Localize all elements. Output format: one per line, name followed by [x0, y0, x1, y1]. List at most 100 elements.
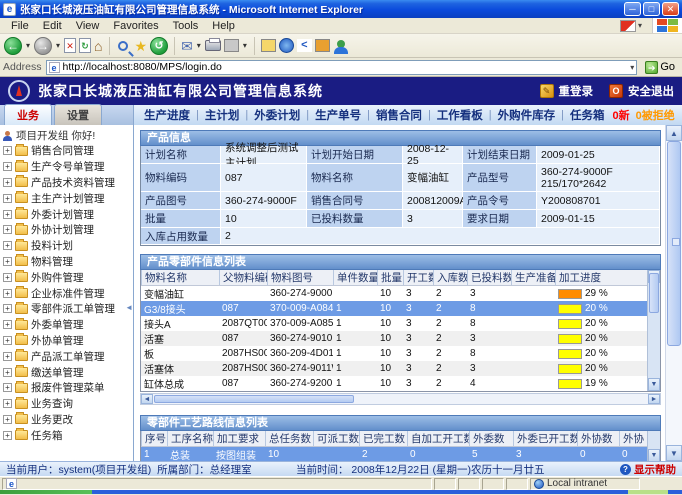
expand-icon[interactable] — [3, 399, 12, 408]
col-header[interactable]: 已完工数 — [359, 431, 407, 446]
scroll-down-icon[interactable]: ▼ — [666, 445, 682, 461]
table-row-selected[interactable]: 1 总装 按图组装 10 2 0 5 3 0 0 — [141, 447, 647, 461]
expand-icon[interactable] — [3, 289, 12, 298]
sidebar-collapse-handle[interactable]: ◄ — [125, 303, 133, 312]
table-row[interactable]: 板2087HS002360-209-4D010110328 20 % — [141, 346, 647, 361]
expand-icon[interactable] — [3, 210, 12, 219]
sidebar-item-sales-contract[interactable]: 销售合同管理 — [3, 143, 133, 159]
home-button[interactable]: ⌂ — [94, 36, 102, 56]
expand-icon[interactable] — [3, 178, 12, 187]
parts-table-horizontal-scrollbar[interactable]: ◄ ► — [140, 393, 661, 405]
table-row-selected[interactable]: G3/8接头087370-009-A0840110328 20 % — [141, 301, 647, 316]
col-header[interactable]: 加工进度 — [555, 270, 647, 285]
maximize-button[interactable]: □ — [643, 2, 660, 16]
nav-master-plan[interactable]: 主计划 — [205, 107, 240, 123]
scroll-right-icon[interactable]: ► — [648, 394, 660, 404]
sidebar-item-material-mgmt[interactable]: 物料管理 — [3, 254, 133, 270]
sidebar-item-business-query[interactable]: 业务查询 — [3, 396, 133, 412]
minimize-button[interactable]: ─ — [624, 2, 641, 16]
sidebar-item-order-number[interactable]: 生产令号单管理 — [3, 159, 133, 175]
col-header[interactable]: 可派工数 — [313, 431, 359, 446]
scrollbar-thumb[interactable] — [154, 395, 354, 403]
scroll-up-icon[interactable]: ▲ — [666, 125, 682, 141]
sidebar-item-outsource-order[interactable]: 外委单管理 — [3, 317, 133, 333]
history-icon[interactable]: ↺ — [150, 36, 168, 56]
sidebar-item-product-dispatch[interactable]: 产品派工单管理 — [3, 348, 133, 364]
col-header[interactable]: 父物料编码 — [219, 270, 267, 285]
expand-icon[interactable] — [3, 431, 12, 440]
col-header[interactable]: 序号 — [141, 431, 167, 446]
nav-task-box[interactable]: 任务箱 — [570, 107, 605, 123]
expand-icon[interactable] — [3, 352, 12, 361]
sidebar-item-standard-parts[interactable]: 企业标准件管理 — [3, 285, 133, 301]
table-row[interactable]: 接头A2087QT002370-009-A0850110328 20 % — [141, 316, 647, 331]
col-header[interactable]: 物料图号 — [267, 270, 333, 285]
scroll-left-icon[interactable]: ◄ — [141, 394, 153, 404]
table-row[interactable]: 活塞087360-274-9010F110323 20 % — [141, 331, 647, 346]
research-icon[interactable] — [315, 36, 330, 56]
show-help-link[interactable]: ? 显示帮助 — [620, 462, 676, 477]
expand-icon[interactable] — [3, 257, 12, 266]
edit-dropdown-caret[interactable]: ▾ — [243, 41, 247, 50]
col-header[interactable]: 物料名称 — [141, 270, 219, 285]
tab-business[interactable]: 业务 — [4, 104, 52, 125]
expand-icon[interactable] — [3, 336, 12, 345]
msn-icon[interactable]: < — [297, 36, 312, 56]
acrobat-icon[interactable] — [620, 20, 636, 32]
print-icon[interactable] — [205, 36, 221, 56]
menu-favorites[interactable]: Favorites — [106, 20, 165, 32]
sidebar-item-business-change[interactable]: 业务更改 — [3, 412, 133, 428]
expand-icon[interactable] — [3, 273, 12, 282]
address-input[interactable] — [63, 61, 628, 73]
nav-work-board[interactable]: 工作看板 — [437, 107, 483, 123]
sidebar-item-task-box[interactable]: 任务箱 — [3, 427, 133, 443]
sidebar-item-scrap-menu[interactable]: 报废件管理菜单 — [3, 380, 133, 396]
favorites-icon[interactable]: ★ — [135, 36, 148, 56]
nav-purchased-stock[interactable]: 外购件库存 — [498, 107, 556, 123]
scrollbar-thumb[interactable] — [667, 141, 681, 346]
col-header[interactable]: 入库数 — [433, 270, 467, 285]
sidebar-item-coop-plan[interactable]: 外协计划管理 — [3, 222, 133, 238]
sidebar-item-delivery-order[interactable]: 缴送单管理 — [3, 364, 133, 380]
expand-icon[interactable] — [3, 415, 12, 424]
search-icon[interactable] — [116, 36, 132, 56]
col-header[interactable]: 加工要求 — [213, 431, 265, 446]
close-button[interactable]: ✕ — [662, 2, 679, 16]
col-header[interactable]: 批量 — [377, 270, 403, 285]
address-dropdown-caret[interactable]: ▾ — [630, 63, 634, 72]
table-row[interactable]: 缸体总成087360-274-9200F110324 19 % — [141, 376, 647, 391]
taskbar-item[interactable] — [628, 490, 668, 494]
tab-settings[interactable]: 设置 — [54, 104, 102, 125]
sidebar-item-part-dispatch[interactable]: 零部件派工单管理 — [3, 301, 133, 317]
table-row[interactable]: 活塞体2087HS002360-274-9011W110323 20 % — [141, 361, 647, 376]
expand-icon[interactable] — [3, 162, 12, 171]
parts-table-vertical-scrollbar[interactable]: ▲ ▼ — [647, 270, 660, 391]
stop-button[interactable]: ✕ — [64, 36, 76, 56]
nav-production-progress[interactable]: 生产进度 — [144, 107, 190, 123]
messenger-buddy-icon[interactable] — [333, 36, 349, 56]
start-button[interactable] — [0, 490, 92, 494]
menu-edit[interactable]: Edit — [36, 20, 69, 32]
expand-icon[interactable] — [3, 383, 12, 392]
col-header[interactable]: 外委数 — [469, 431, 513, 446]
go-button[interactable]: ➔ Go — [641, 59, 679, 75]
menu-tools[interactable]: Tools — [166, 20, 206, 32]
menu-file[interactable]: File — [4, 20, 36, 32]
mail-dropdown-caret[interactable]: ▾ — [197, 41, 201, 50]
sidebar-item-purchased-parts[interactable]: 外购件管理 — [3, 269, 133, 285]
expand-icon[interactable] — [3, 368, 12, 377]
back-dropdown-caret[interactable]: ▾ — [26, 41, 30, 50]
menu-view[interactable]: View — [69, 20, 107, 32]
nav-production-order[interactable]: 生产单号 — [315, 107, 361, 123]
expand-icon[interactable] — [3, 225, 12, 234]
col-header[interactable]: 工序名称 — [167, 431, 213, 446]
col-header[interactable]: 外协 — [619, 431, 647, 446]
table-row[interactable]: 变幅油缸360-274-9000F10323 29 % — [141, 286, 647, 301]
scroll-down-icon[interactable]: ▼ — [648, 378, 660, 391]
col-header[interactable]: 总任务数 — [265, 431, 313, 446]
page-vertical-scrollbar[interactable]: ▲ ▼ — [665, 125, 682, 461]
logout-button[interactable]: O 安全退出 — [609, 83, 674, 99]
menu-help[interactable]: Help — [205, 20, 242, 32]
discuss-icon[interactable] — [261, 36, 276, 56]
scroll-down-icon[interactable]: ▼ — [648, 449, 660, 461]
